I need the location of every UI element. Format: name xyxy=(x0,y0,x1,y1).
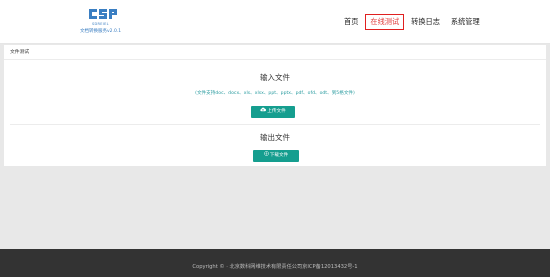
panel-title: 文件测试 xyxy=(10,50,30,55)
cloud-upload-icon xyxy=(260,107,267,112)
upload-button-label: 上传文件 xyxy=(267,109,286,114)
section-divider xyxy=(10,124,540,125)
logo-subtitle: 文档转换服务v2.0.1 xyxy=(80,29,122,34)
nav-item-online-test[interactable]: 在线测试 xyxy=(365,14,405,30)
top-header: SDREIEL 文档转换服务v2.0.1 首页 在线测试 转换日志 系统管理 xyxy=(0,0,550,44)
supported-formats-hint: (文件支持doc、docx、xls、xlsx、ppt、pptx、pdf、ofd、… xyxy=(195,91,355,96)
logo[interactable]: SDREIEL 文档转换服务v2.0.1 xyxy=(80,7,130,37)
download-file-button[interactable]: 下载文件 xyxy=(253,150,299,162)
nav-item-conversion-log[interactable]: 转换日志 xyxy=(407,14,444,30)
panel-divider xyxy=(4,59,546,60)
footer-copyright: Copyright © · 北京数科网维技术有限责任公司京ICP备1201343… xyxy=(192,264,358,270)
footer: Copyright © · 北京数科网维技术有限责任公司京ICP备1201343… xyxy=(0,249,550,277)
logo-mark-icon xyxy=(89,9,117,19)
main-nav: 首页 在线测试 转换日志 系统管理 xyxy=(340,14,487,30)
upload-file-button[interactable]: 上传文件 xyxy=(251,106,295,118)
output-section-title: 输出文件 xyxy=(260,133,290,142)
nav-item-home[interactable]: 首页 xyxy=(340,14,362,30)
file-test-panel: 文件测试 输入文件 (文件支持doc、docx、xls、xlsx、ppt、ppt… xyxy=(4,45,546,166)
download-circle-icon xyxy=(263,151,269,156)
nav-item-system-management[interactable]: 系统管理 xyxy=(447,14,484,30)
logo-small-text: SDREIEL xyxy=(92,22,109,26)
download-button-label: 下载文件 xyxy=(269,153,289,158)
input-section-title: 输入文件 xyxy=(260,73,290,82)
